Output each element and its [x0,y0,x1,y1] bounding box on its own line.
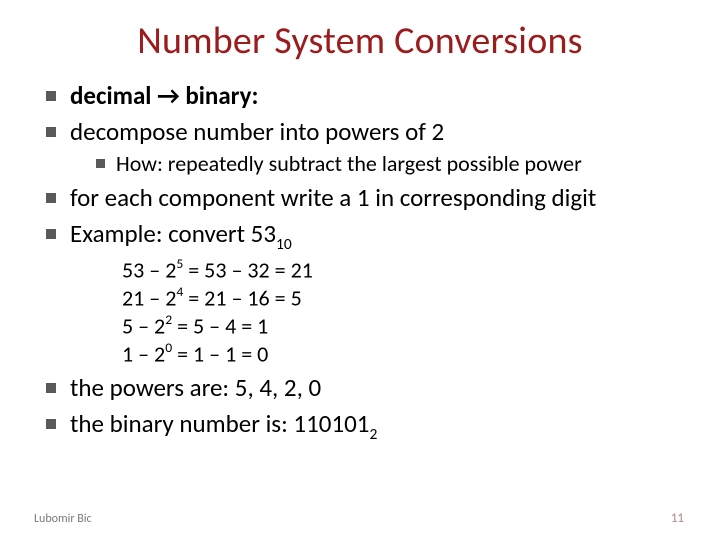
bullet-text: the powers are: 5, 4, 2, 0 [70,372,321,403]
calc-line-3: 5 – 22 = 5 – 4 = 1 [122,312,686,340]
bullet-text: the binary number is: 1101012 [70,408,377,439]
calc-line-2: 21 – 24 = 21 – 16 = 5 [122,284,686,312]
bullet-text: for each component write a 1 in correspo… [70,182,596,213]
bullet-list: decimal → binary: decompose number into … [34,80,686,444]
sub-bullet-text: How: repeatedly subtract the largest pos… [116,150,582,177]
slide: Number System Conversions decimal → bina… [0,0,720,540]
bullet-text: decimal → binary: [70,80,258,111]
bullet-text: decompose number into powers of 2 [70,116,444,147]
bullet-powers: the powers are: 5, 4, 2, 0 [44,372,686,404]
bullet-binary-result: the binary number is: 1101012 [44,408,686,444]
bullet-decimal-to-binary: decimal → binary: [44,80,686,112]
bullet-text: Example: convert 5310 [70,218,292,249]
bullet-decompose: decompose number into powers of 2 How: r… [44,116,686,178]
bullet-write-1: for each component write a 1 in correspo… [44,182,686,214]
sub-bullet-how: How: repeatedly subtract the largest pos… [94,150,686,178]
bullet-example: Example: convert 5310 53 – 25 = 53 – 32 … [44,218,686,368]
footer-author: Lubomir Bic [34,512,92,526]
sub-list: How: repeatedly subtract the largest pos… [70,150,686,178]
slide-title: Number System Conversions [34,18,686,64]
footer-page-number: 11 [671,511,684,526]
calc-line-4: 1 – 20 = 1 – 1 = 0 [122,340,686,368]
calc-line-1: 53 – 25 = 53 – 32 = 21 [122,256,686,284]
calc-block: 53 – 25 = 53 – 32 = 21 21 – 24 = 21 – 16… [122,256,686,368]
